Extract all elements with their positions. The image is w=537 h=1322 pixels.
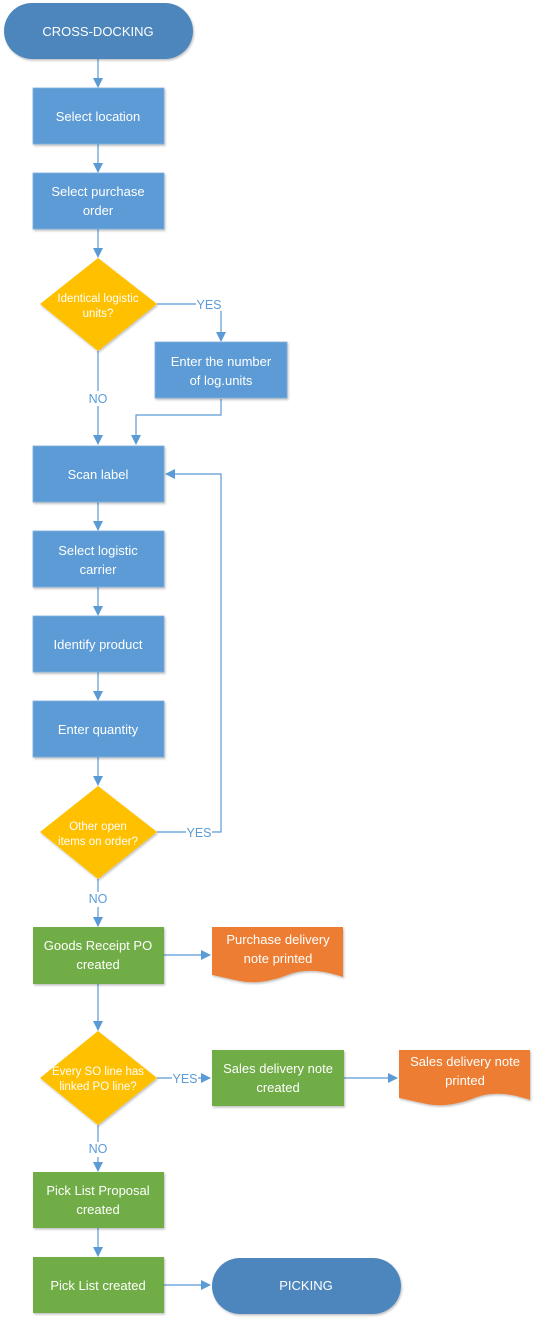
process-pick-list-created[interactable]: Pick List created [33, 1257, 164, 1313]
process-label: created [76, 957, 119, 972]
cross-docking-flowchart: YES NO YES NO YES NO CROSS-DOCKING PICKI… [4, 3, 530, 1314]
process-label: Select logistic [58, 543, 138, 558]
document-sales-delivery-note-printed[interactable]: Sales delivery note printed [399, 1050, 530, 1106]
label-identical-yes: YES [196, 298, 221, 312]
end-label: PICKING [279, 1278, 332, 1293]
edge-other-yes-loop [157, 469, 222, 833]
end-terminator[interactable]: PICKING [212, 1258, 401, 1314]
process-label: Enter quantity [58, 722, 139, 737]
decision-label: items on order? [58, 836, 138, 848]
process-scan-label[interactable]: Scan label [32, 445, 165, 503]
decision-identical-logistic-units[interactable]: Identical logistic units? [40, 258, 157, 351]
decision-label: Every SO line has [52, 1066, 144, 1078]
process-goods-receipt-po[interactable]: Goods Receipt PO created [33, 927, 164, 984]
process-enter-quantity[interactable]: Enter quantity [32, 700, 165, 758]
process-label: created [76, 1202, 119, 1217]
label-other-no: NO [89, 892, 108, 906]
decision-every-so-line[interactable]: Every SO line has linked PO line? [40, 1031, 157, 1125]
process-label: carrier [80, 562, 118, 577]
label-every-yes: YES [172, 1072, 197, 1086]
decision-label: linked PO line? [59, 1081, 136, 1093]
label-identical-no: NO [89, 392, 108, 406]
process-select-purchase-order[interactable]: Select purchase order [32, 172, 165, 230]
start-label: CROSS-DOCKING [42, 24, 153, 39]
document-label: Purchase delivery [226, 932, 330, 947]
start-terminator[interactable]: CROSS-DOCKING [4, 3, 193, 59]
process-enter-number-log-units[interactable]: Enter the number of log.units [154, 341, 288, 399]
process-identify-product[interactable]: Identify product [32, 615, 165, 673]
process-pick-list-proposal[interactable]: Pick List Proposal created [33, 1172, 164, 1228]
process-label: Scan label [68, 467, 129, 482]
document-purchase-delivery-note[interactable]: Purchase delivery note printed [212, 927, 343, 983]
decision-other-open-items[interactable]: Other open items on order? [40, 786, 157, 879]
document-label: Sales delivery note [410, 1054, 520, 1069]
process-sales-delivery-note-created[interactable]: Sales delivery note created [212, 1050, 344, 1106]
label-every-no: NO [89, 1142, 108, 1156]
process-label: created [256, 1080, 299, 1095]
edge-number-to-scan [131, 399, 222, 445]
process-label: Identify product [54, 637, 143, 652]
decision-label: units? [83, 308, 114, 320]
process-select-logistic-carrier[interactable]: Select logistic carrier [32, 530, 165, 588]
process-label: Sales delivery note [223, 1061, 333, 1076]
document-label: note printed [244, 951, 313, 966]
process-select-location[interactable]: Select location [32, 87, 165, 145]
process-label: Pick List Proposal [46, 1183, 149, 1198]
label-other-yes: YES [186, 826, 211, 840]
document-label: printed [445, 1073, 485, 1088]
process-label: Pick List created [50, 1278, 145, 1293]
decision-label: Identical logistic [57, 293, 138, 305]
process-label: of log.units [190, 373, 253, 388]
process-label: Goods Receipt PO [44, 938, 152, 953]
process-label: Enter the number [171, 354, 272, 369]
process-label: order [83, 203, 114, 218]
process-label: Select location [56, 109, 141, 124]
process-label: Select purchase [51, 184, 144, 199]
decision-label: Other open [69, 821, 127, 833]
